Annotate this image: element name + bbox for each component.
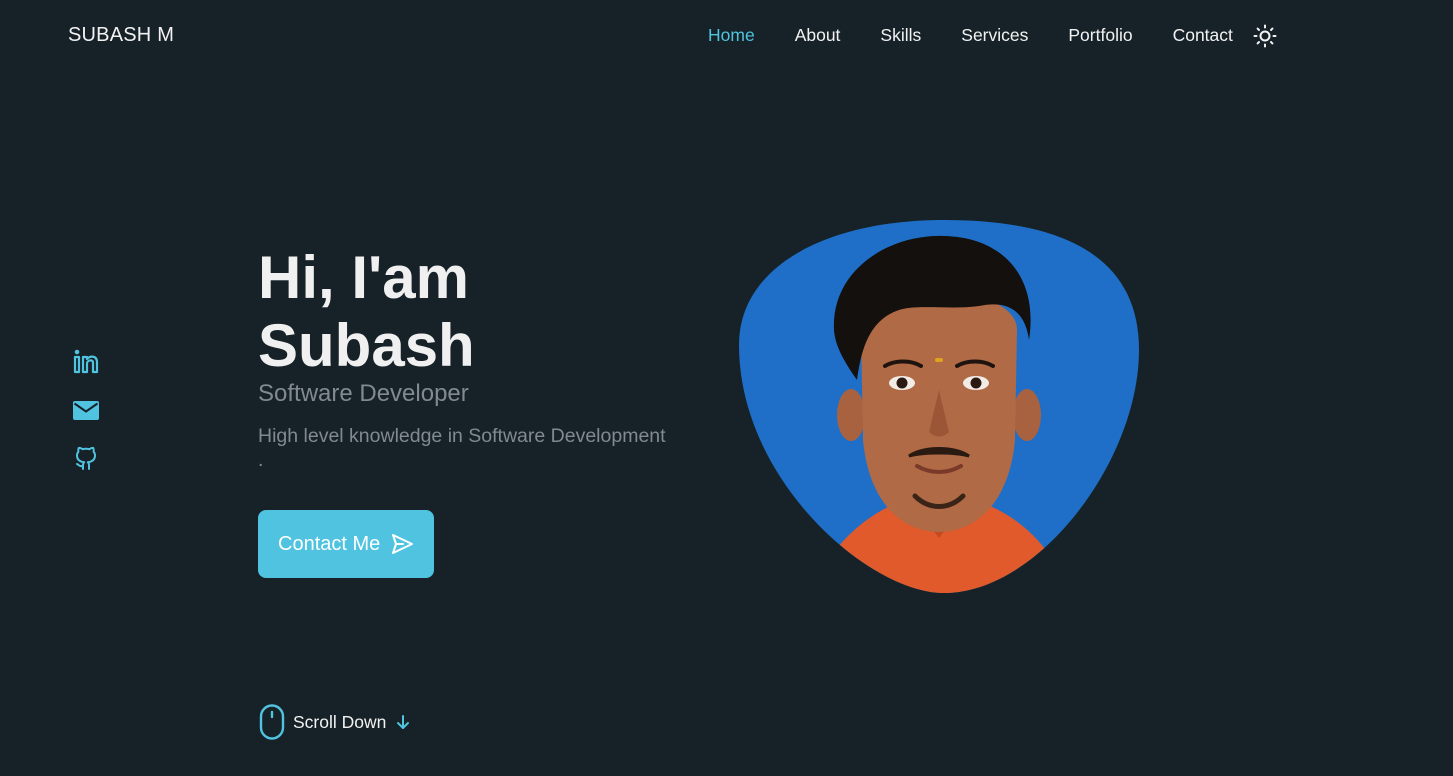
contact-me-button[interactable]: Contact Me [258,510,434,578]
nav-skills[interactable]: Skills [880,25,921,46]
arrow-down-icon [397,715,410,729]
mail-icon[interactable] [72,396,100,424]
mouse-icon [259,704,285,740]
hero-description: High level knowledge in Software Develop… [258,424,666,472]
hero-description-text: High level knowledge in Software Develop… [258,425,666,447]
sun-icon[interactable] [1253,24,1277,48]
site-header: SUBASH M Home About Skills Services Port… [0,0,1453,70]
nav-home[interactable]: Home [708,25,755,46]
nav-services[interactable]: Services [961,25,1028,46]
hero-description-tail: . [258,449,264,471]
scroll-down-label: Scroll Down [293,711,387,732]
hero-name: Subash [258,312,475,379]
site-logo[interactable]: SUBASH M [68,24,174,47]
hero-heading: Hi, I'am Subash [258,244,475,380]
github-icon[interactable] [72,444,100,472]
hero-greeting: Hi, I'am [258,244,469,311]
profile-photo [739,220,1139,593]
nav-about[interactable]: About [795,25,841,46]
main-nav: Home About Skills Services Portfolio Con… [708,25,1273,46]
send-icon [392,534,414,554]
nav-contact[interactable]: Contact [1173,25,1233,46]
linkedin-icon[interactable] [72,348,100,376]
social-links [72,348,100,492]
nav-portfolio[interactable]: Portfolio [1068,25,1132,46]
scroll-down-link[interactable]: Scroll Down [259,704,410,740]
hero-subtitle: Software Developer [258,380,469,407]
contact-me-label: Contact Me [278,532,381,555]
